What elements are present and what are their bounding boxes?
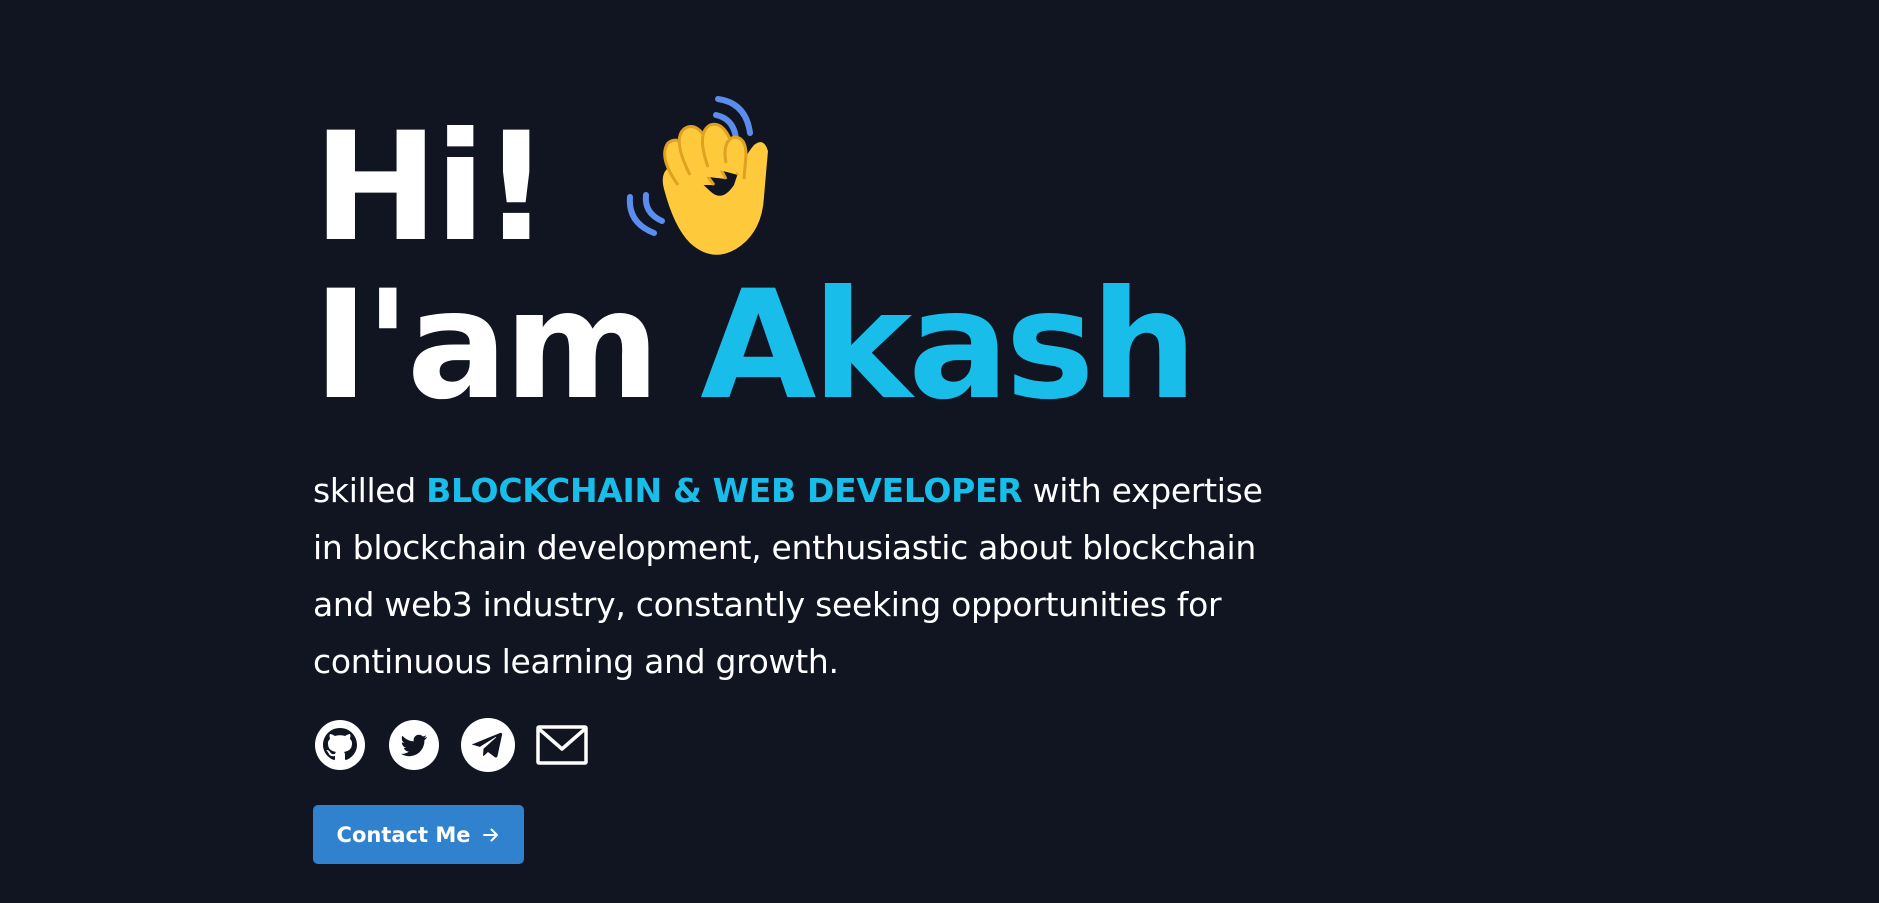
- github-link[interactable]: [313, 718, 367, 772]
- telegram-icon: [461, 718, 515, 772]
- contact-me-button[interactable]: Contact Me: [313, 805, 524, 864]
- name-text: Akash: [700, 259, 1197, 433]
- github-icon: [315, 720, 365, 770]
- bio-role-highlight: BLOCKCHAIN & WEB DEVELOPER: [426, 471, 1023, 510]
- contact-me-label: Contact Me: [336, 822, 471, 847]
- arrow-right-icon: [483, 828, 499, 841]
- waving-hand-icon: [627, 96, 769, 255]
- twitter-icon: [389, 720, 439, 770]
- iam-text: I'am: [313, 259, 660, 433]
- greeting-line: Hi!: [313, 96, 1313, 275]
- email-link[interactable]: [535, 718, 589, 772]
- twitter-link[interactable]: [387, 718, 441, 772]
- hero-heading: Hi! I'am Akash: [313, 96, 1313, 422]
- name-line: I'am Akash: [313, 270, 1313, 422]
- bio-prefix: skilled: [313, 471, 427, 510]
- social-links: [313, 718, 589, 772]
- mail-icon: [536, 725, 588, 765]
- telegram-link[interactable]: [461, 718, 515, 772]
- bio-paragraph: skilled BLOCKCHAIN & WEB DEVELOPER with …: [313, 462, 1273, 690]
- greeting-text: Hi!: [313, 101, 550, 275]
